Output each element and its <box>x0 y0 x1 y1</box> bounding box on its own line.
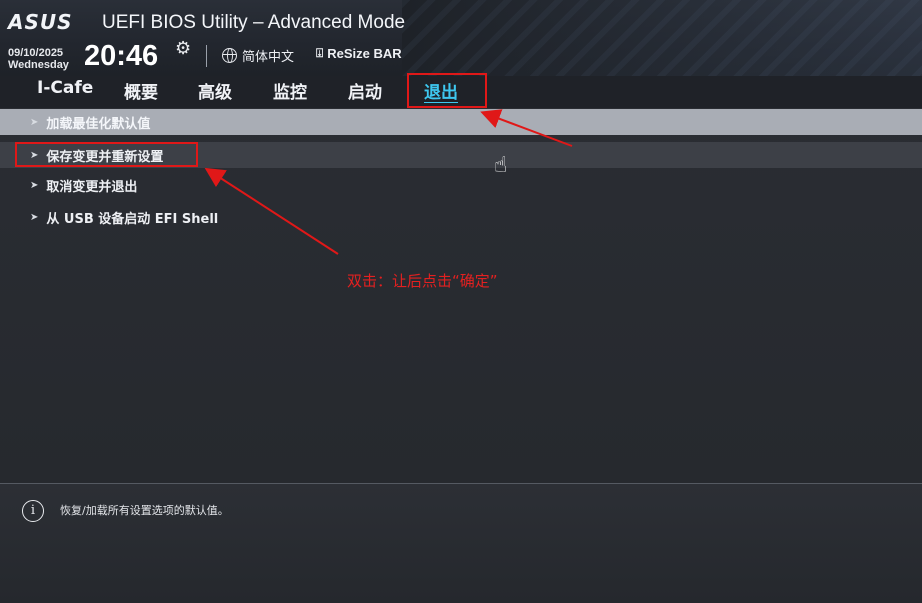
annotation-text: 双击：让后点击“确定” <box>347 272 498 290</box>
info-icon: i <box>22 500 44 522</box>
hand-cursor-icon: ☝ <box>494 153 508 178</box>
help-text: 恢复/加载所有设置选项的默认值。 <box>60 504 229 517</box>
arrow-to-save-reset <box>204 167 339 255</box>
arrow-to-exit-tab <box>480 109 573 147</box>
help-bar: i 恢复/加载所有设置选项的默认值。 <box>0 483 922 603</box>
